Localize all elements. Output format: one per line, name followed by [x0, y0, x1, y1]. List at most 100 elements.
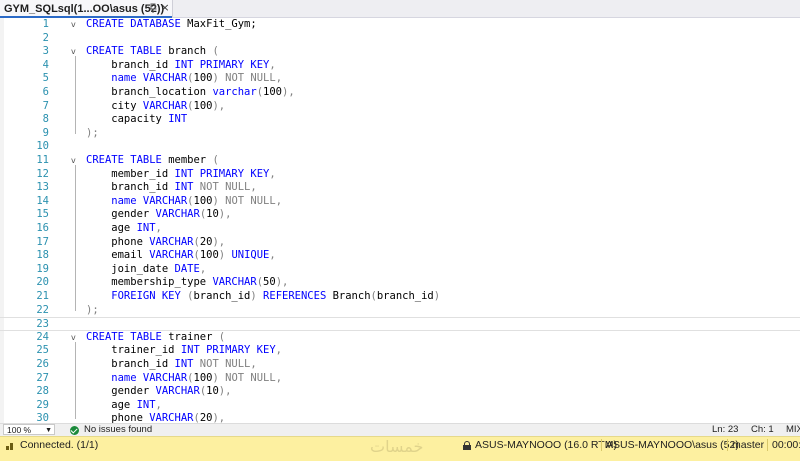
- code-line[interactable]: 21 FOREIGN KEY (branch_id) REFERENCES Br…: [0, 290, 800, 304]
- elapsed-time: 00:00:0: [772, 439, 800, 451]
- code-token: INT: [136, 222, 156, 234]
- code-token: INT PRIMARY KEY: [180, 344, 276, 357]
- code-line[interactable]: 27 name VARCHAR(100) NOT NULL,: [0, 372, 800, 386]
- code-line[interactable]: 25 trainer_id INT PRIMARY KEY,: [0, 344, 800, 358]
- line-number: 25: [36, 344, 49, 357]
- code-line[interactable]: 10: [0, 140, 800, 154]
- code-token: 50: [263, 276, 276, 289]
- code-token: membership_type: [86, 276, 213, 289]
- zoom-value: 100 %: [7, 425, 32, 435]
- code-token: 100: [193, 72, 213, 85]
- line-number: 5: [42, 72, 49, 85]
- line-number: 20: [36, 276, 49, 289]
- column-indicator: Ch: 1: [751, 424, 774, 435]
- line-number: 11: [36, 154, 49, 166]
- code-text: branch_location varchar(100),: [86, 86, 294, 100]
- code-line[interactable]: 13 branch_id INT NOT NULL,: [0, 181, 800, 195]
- code-line[interactable]: 8 capacity INT: [0, 113, 800, 127]
- code-token: member: [168, 154, 213, 166]
- code-token: branch_id: [376, 290, 434, 302]
- line-number: 18: [36, 249, 49, 262]
- code-text: name VARCHAR(100) NOT NULL,: [86, 195, 282, 209]
- line-number: 10: [36, 140, 49, 153]
- code-token: ): [250, 290, 264, 302]
- zoom-dropdown[interactable]: 100 % ▼: [3, 424, 55, 435]
- collapse-region-icon[interactable]: v: [71, 333, 79, 342]
- code-token: phone: [86, 412, 150, 423]
- code-token: 100: [263, 86, 282, 98]
- code-line[interactable]: 20 membership_type VARCHAR(50),: [0, 276, 800, 290]
- code-text: FOREIGN KEY (branch_id) REFERENCES Branc…: [86, 290, 440, 304]
- server-text: ASUS-MAYNOOO (16.0 RTM): [475, 439, 617, 451]
- code-token: branch: [168, 45, 213, 58]
- code-text: membership_type VARCHAR(50),: [86, 276, 288, 290]
- issues-indicator[interactable]: No issues found: [70, 424, 152, 436]
- line-number: 16: [36, 222, 49, 234]
- code-line[interactable]: 9);: [0, 127, 800, 141]
- line-number: 7: [42, 99, 49, 112]
- collapse-region-icon[interactable]: v: [71, 21, 79, 29]
- line-ending-indicator[interactable]: MIX: [786, 424, 800, 436]
- line-number: 2: [42, 31, 49, 44]
- code-token: ,: [155, 398, 162, 411]
- code-text: phone VARCHAR(20),: [86, 412, 225, 423]
- code-line[interactable]: 4 branch_id INT PRIMARY KEY,: [0, 59, 800, 73]
- code-token: 100: [199, 249, 219, 262]
- editor-info-bar: 100 % ▼ No issues found Ln: 23 Ch: 1 MIX: [0, 423, 800, 436]
- code-token: ),: [275, 276, 289, 289]
- code-line[interactable]: 15 gender VARCHAR(10),: [0, 208, 800, 222]
- user-info: ASUS-MAYNOOO\asus (52): [606, 439, 739, 451]
- code-line[interactable]: 24 v CREATE TABLE trainer (: [0, 331, 800, 345]
- code-token: INT: [136, 398, 156, 411]
- line-number-indicator: Ln: 23: [712, 424, 739, 435]
- code-line[interactable]: 28 gender VARCHAR(10),: [0, 385, 800, 399]
- code-line[interactable]: 7 city VARCHAR(100),: [0, 100, 800, 114]
- divider: [727, 439, 728, 451]
- code-line[interactable]: 17 phone VARCHAR(20),: [0, 236, 800, 250]
- code-text: CREATE DATABASE MaxFit_Gym;: [86, 18, 257, 32]
- line-number: 14: [36, 194, 49, 207]
- code-token: join_date: [86, 262, 175, 275]
- code-line[interactable]: 2: [0, 32, 800, 46]
- code-token: VARCHAR: [149, 235, 194, 248]
- code-token: 100: [193, 371, 213, 384]
- code-text: );: [86, 127, 99, 141]
- code-line[interactable]: 16 age INT,: [0, 222, 800, 236]
- code-token: );: [86, 303, 99, 316]
- watermark: خمسات: [370, 437, 424, 456]
- connection-text: Connected. (1/1): [20, 439, 99, 451]
- code-line[interactable]: 3 v CREATE TABLE branch (: [0, 45, 800, 59]
- code-token: UNIQUE: [231, 249, 270, 262]
- code-line[interactable]: 23: [0, 317, 800, 331]
- code-text: join_date DATE,: [86, 263, 206, 277]
- code-line[interactable]: 1 v CREATE DATABASE MaxFit_Gym;: [0, 18, 800, 32]
- code-token: Branch: [332, 290, 371, 302]
- collapse-region-icon[interactable]: v: [71, 157, 79, 165]
- sql-editor[interactable]: 1 v CREATE DATABASE MaxFit_Gym; 2 3 v CREATE T…: [0, 18, 800, 423]
- collapse-region-icon[interactable]: v: [71, 48, 79, 56]
- code-line[interactable]: 22);: [0, 304, 800, 318]
- close-tab-icon[interactable]: ×: [159, 0, 171, 16]
- document-tab[interactable]: GYM_SQLsql(1...OO\asus (52)) ×: [0, 0, 173, 18]
- fold-guide: [75, 165, 76, 311]
- line-number: 4: [42, 58, 49, 71]
- code-line[interactable]: 12 member_id INT PRIMARY KEY,: [0, 168, 800, 182]
- code-line[interactable]: 14 name VARCHAR(100) NOT NULL,: [0, 195, 800, 209]
- code-line[interactable]: 19 join_date DATE,: [0, 263, 800, 277]
- code-line[interactable]: 5 name VARCHAR(100) NOT NULL,: [0, 72, 800, 86]
- code-line[interactable]: 11 v CREATE TABLE member (: [0, 154, 800, 168]
- code-line[interactable]: 6 branch_location varchar(100),: [0, 86, 800, 100]
- code-text: CREATE TABLE member (: [86, 154, 219, 168]
- code-token: VARCHAR: [212, 276, 257, 289]
- code-line[interactable]: 26 branch_id INT NOT NULL,: [0, 358, 800, 372]
- chevron-down-icon: ▼: [45, 427, 52, 434]
- code-token: member_id: [86, 167, 175, 180]
- code-line[interactable]: 18 email VARCHAR(100) UNIQUE,: [0, 249, 800, 263]
- code-line[interactable]: 29 age INT,: [0, 399, 800, 413]
- code-token: trainer_id: [86, 344, 181, 357]
- line-number: 27: [36, 371, 49, 384]
- code-line[interactable]: 30 phone VARCHAR(20),: [0, 412, 800, 423]
- query-status-bar: Connected. (1/1) خمسات ASUS-MAYNOOO (16.…: [0, 436, 800, 461]
- line-number: 1: [42, 18, 49, 30]
- pin-icon[interactable]: [148, 1, 158, 15]
